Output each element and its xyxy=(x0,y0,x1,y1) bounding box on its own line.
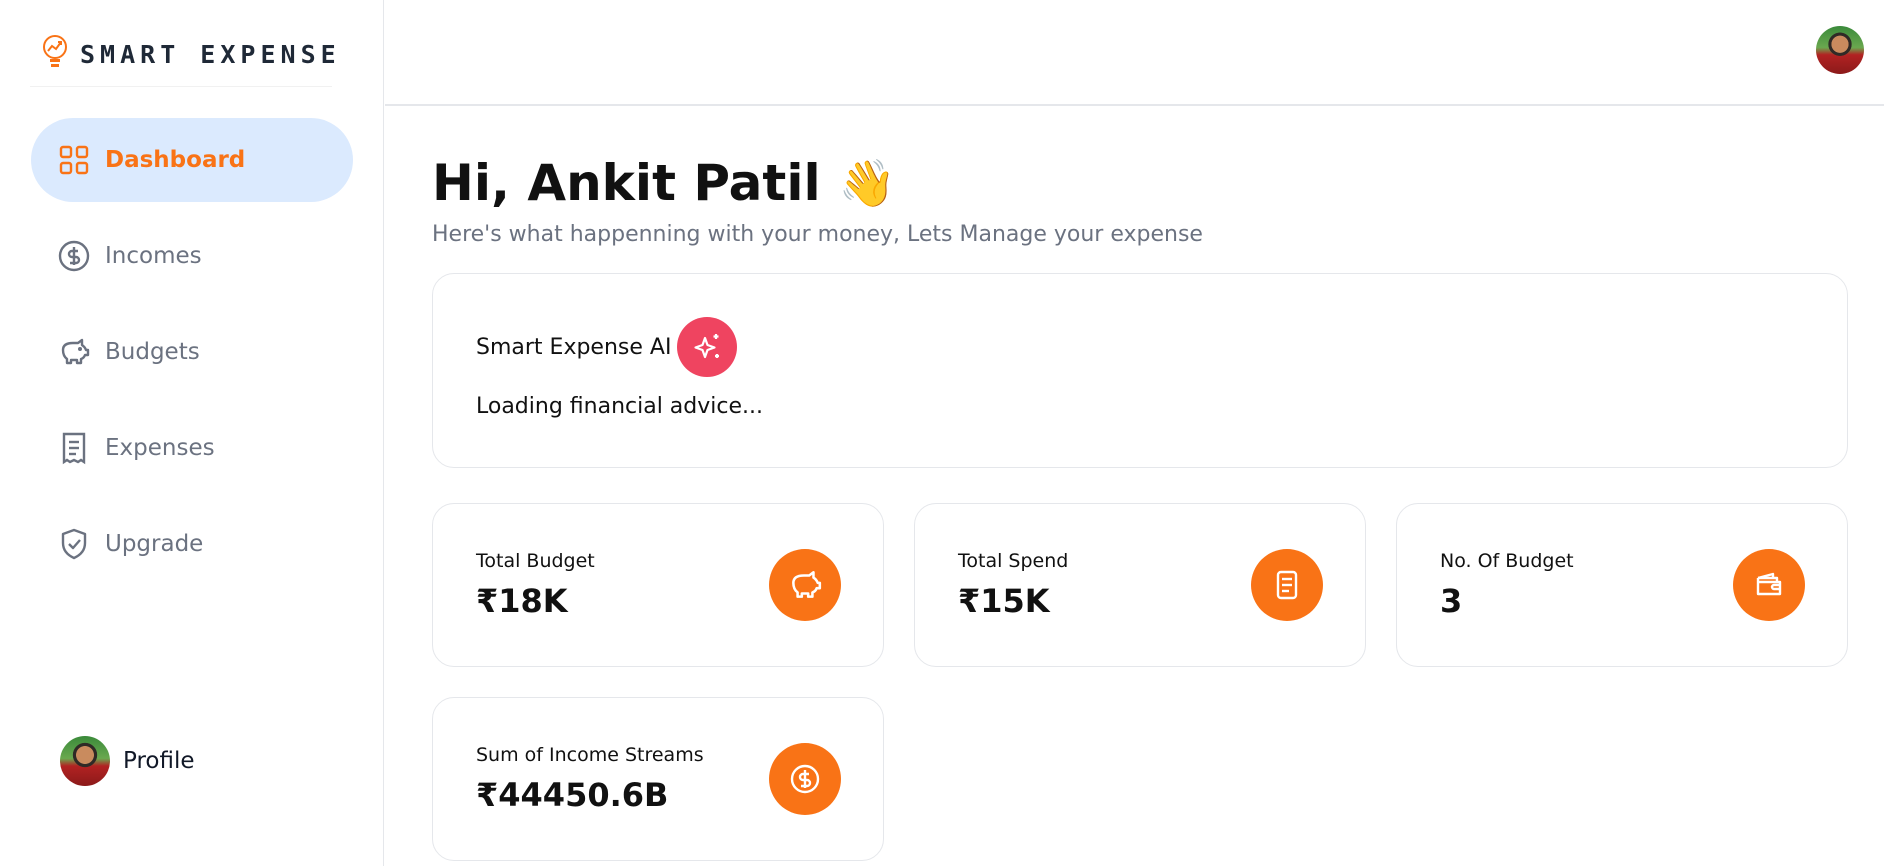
stat-card-total-spend: Total Spend ₹15K xyxy=(914,503,1366,667)
stat-value: ₹15K xyxy=(958,582,1050,620)
lightbulb-chart-icon xyxy=(40,34,70,74)
sidebar-nav: Dashboard Incomes Budgets Expenses Upgra… xyxy=(31,118,353,598)
receipt-icon xyxy=(57,431,91,465)
stat-value: ₹44450.6B xyxy=(476,776,669,814)
sidebar-item-budgets[interactable]: Budgets xyxy=(31,310,353,394)
stat-value: ₹18K xyxy=(476,582,568,620)
avatar xyxy=(60,736,110,786)
sidebar-item-upgrade[interactable]: Upgrade xyxy=(31,502,353,586)
greeting-text: Hi, Ankit Patil xyxy=(432,154,821,212)
dollar-circle-icon xyxy=(769,743,841,815)
app-logo-text: SMART EXPENSE xyxy=(80,39,341,69)
sidebar: SMART EXPENSE Dashboard Incomes Budgets … xyxy=(0,0,384,866)
ai-advice-message: Loading financial advice... xyxy=(476,394,763,419)
sidebar-item-label: Dashboard xyxy=(105,147,246,173)
top-bar xyxy=(385,0,1884,106)
ai-card-header: Smart Expense AI xyxy=(476,317,738,377)
stat-label: Total Budget xyxy=(476,550,595,572)
sidebar-item-label: Upgrade xyxy=(105,531,204,557)
dashboard-main: Hi, Ankit Patil 👋 Here's what happenning… xyxy=(432,150,1848,861)
stat-label: Total Spend xyxy=(958,550,1069,572)
dollar-circle-icon xyxy=(57,239,91,273)
sidebar-item-label: Budgets xyxy=(105,339,200,365)
waving-hand-icon: 👋 xyxy=(838,155,896,210)
profile-link[interactable]: Profile xyxy=(60,736,195,786)
wallet-icon xyxy=(1733,549,1805,621)
piggy-bank-icon xyxy=(769,549,841,621)
grid-icon xyxy=(57,143,91,177)
sidebar-item-incomes[interactable]: Incomes xyxy=(31,214,353,298)
sidebar-item-label: Incomes xyxy=(105,243,202,269)
logo-divider xyxy=(30,86,332,87)
sidebar-item-label: Expenses xyxy=(105,435,215,461)
piggy-bank-icon xyxy=(57,335,91,369)
sidebar-item-dashboard[interactable]: Dashboard xyxy=(31,118,353,202)
ai-advice-card: Smart Expense AI Loading financial advic… xyxy=(432,273,1848,468)
sparkles-icon xyxy=(677,317,738,377)
page-subtitle: Here's what happenning with your money, … xyxy=(432,222,1203,247)
ai-card-title: Smart Expense AI xyxy=(476,334,672,360)
page-title: Hi, Ankit Patil 👋 xyxy=(432,150,1848,216)
stat-value: 3 xyxy=(1440,582,1463,620)
app-logo[interactable]: SMART EXPENSE xyxy=(40,34,341,74)
shield-check-icon xyxy=(57,527,91,561)
receipt-icon xyxy=(1251,549,1323,621)
stat-label: No. Of Budget xyxy=(1440,550,1574,572)
stat-card-budget-count: No. Of Budget 3 xyxy=(1396,503,1848,667)
profile-label: Profile xyxy=(123,748,195,774)
stat-label: Sum of Income Streams xyxy=(476,744,704,766)
stat-card-income-streams: Sum of Income Streams ₹44450.6B xyxy=(432,697,884,861)
user-avatar-button[interactable] xyxy=(1816,26,1864,74)
stat-card-total-budget: Total Budget ₹18K xyxy=(432,503,884,667)
sidebar-item-expenses[interactable]: Expenses xyxy=(31,406,353,490)
